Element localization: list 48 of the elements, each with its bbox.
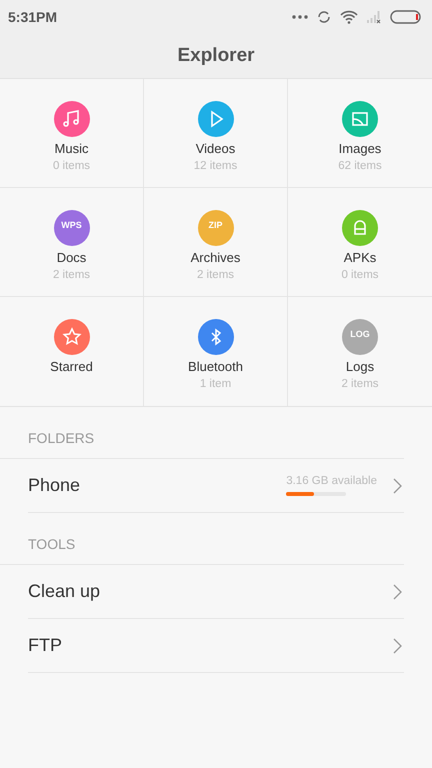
list-row[interactable]: FTP bbox=[28, 619, 404, 673]
list-row[interactable]: Phone 3.16 GB available bbox=[28, 459, 404, 513]
status-time: 5:31PM bbox=[8, 8, 58, 24]
row-label: Phone bbox=[28, 475, 82, 496]
section-heading: FOLDERS bbox=[28, 430, 94, 446]
category-tile[interactable]: Starred bbox=[0, 297, 144, 406]
chevron-icon bbox=[393, 478, 402, 494]
battery-icon bbox=[390, 10, 422, 24]
item-count: 0 items bbox=[52, 159, 90, 174]
category-label: Starred bbox=[50, 359, 93, 375]
chevron-icon bbox=[393, 638, 402, 654]
row-label: FTP bbox=[28, 635, 63, 656]
category-tile[interactable]: Videos 12 items bbox=[144, 79, 288, 188]
category-tile[interactable]: APKs 0 items bbox=[288, 188, 432, 297]
category-tile[interactable]: Music 0 items bbox=[0, 79, 144, 188]
item-count: 2 items bbox=[52, 268, 90, 283]
category-label: APKs bbox=[344, 250, 376, 266]
category-tile[interactable]: WPS Docs 2 items bbox=[0, 188, 144, 297]
category-tile[interactable]: Images 62 items bbox=[288, 79, 432, 188]
item-count: 2 items bbox=[196, 268, 234, 283]
item-count: 0 items bbox=[341, 268, 379, 283]
category-label: Archives bbox=[190, 250, 240, 266]
more-icon bbox=[292, 14, 308, 20]
category-label: Music bbox=[54, 141, 88, 157]
category-label: Videos bbox=[196, 141, 236, 157]
category-tile[interactable]: Bluetooth 1 item bbox=[144, 297, 288, 406]
chevron-icon bbox=[393, 584, 402, 600]
wifi-icon bbox=[340, 10, 358, 24]
category-label: Logs bbox=[346, 359, 374, 375]
item-count: 2 items bbox=[341, 377, 379, 392]
sync-icon bbox=[316, 8, 332, 24]
row-label: Clean up bbox=[28, 581, 102, 602]
item-count: 62 items bbox=[338, 159, 382, 174]
screen-title: Explorer bbox=[177, 44, 255, 66]
category-label: Docs bbox=[56, 250, 86, 266]
category-label: Bluetooth bbox=[188, 359, 243, 375]
item-count: 12 items bbox=[194, 159, 238, 174]
section-heading: TOOLS bbox=[28, 536, 76, 552]
badge-text: WPS bbox=[61, 221, 82, 230]
list-row[interactable]: Clean up bbox=[28, 565, 404, 619]
storage-reading: 3.16 GB available bbox=[286, 475, 377, 487]
item-count: 1 item bbox=[200, 377, 232, 392]
signal-icon bbox=[366, 10, 382, 24]
category-tile[interactable]: LOG Logs 2 items bbox=[288, 297, 432, 406]
category-tile[interactable]: ZIP Archives 2 items bbox=[144, 188, 288, 297]
badge-text: LOG bbox=[350, 330, 370, 339]
badge-text: ZIP bbox=[208, 221, 222, 230]
category-label: Images bbox=[338, 141, 382, 157]
